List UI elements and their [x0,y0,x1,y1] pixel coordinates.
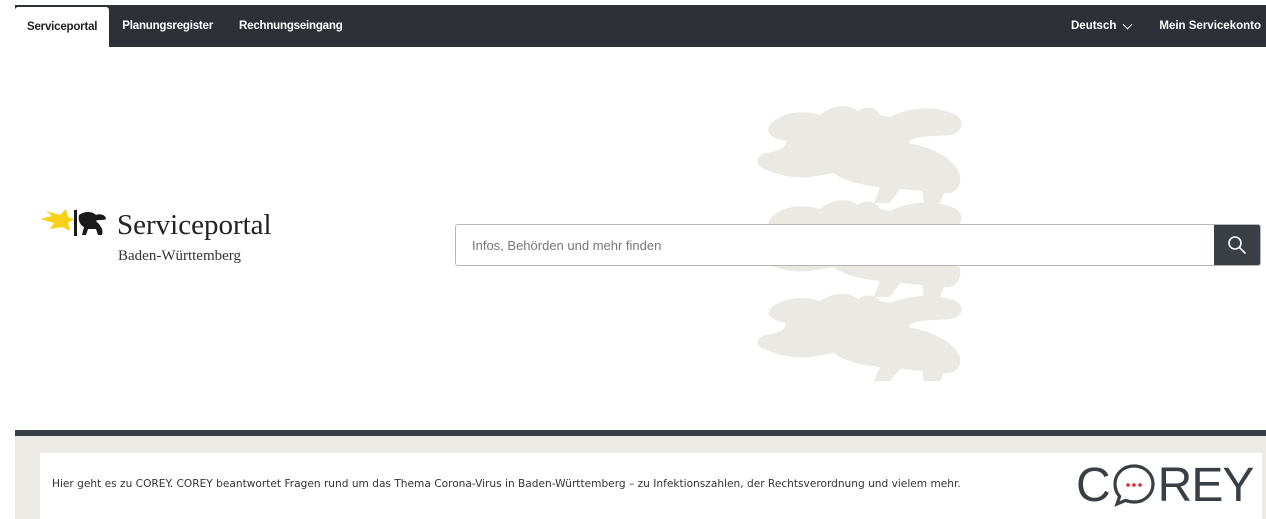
corey-description: Hier geht es zu COREY. COREY beantwortet… [52,478,961,490]
nav-tabs: Serviceportal Planungsregister Rechnungs… [15,5,356,47]
search-icon [1228,236,1246,254]
corey-teaser[interactable]: Hier geht es zu COREY. COREY beantwortet… [40,453,1262,519]
logo-subtitle: Baden-Württemberg [118,248,242,264]
corey-logo: C REY [1076,457,1255,513]
search-form [455,224,1261,266]
chevron-down-icon [1122,19,1133,29]
language-selector[interactable]: Deutsch [1071,19,1133,32]
corey-logo-left: C [1076,458,1111,512]
corey-logo-right: REY [1157,458,1255,512]
nav-right: Deutsch Mein Servicekonto [1071,5,1266,47]
servicekonto-link[interactable]: Mein Servicekonto [1159,20,1261,32]
chat-bubble-icon [1113,464,1155,507]
search-input[interactable] [456,225,1214,265]
logo-title: Serviceportal [117,209,272,241]
page: Serviceportal Planungsregister Rechnungs… [0,0,1266,519]
language-label: Deutsch [1071,20,1117,32]
site-logo[interactable]: Serviceportal Baden-Württemberg [40,205,300,275]
lion-emblem-icon [40,209,106,236]
tab-rechnungseingang[interactable]: Rechnungseingang [226,5,356,47]
top-navigation: Serviceportal Planungsregister Rechnungs… [15,5,1266,47]
tab-planungsregister[interactable]: Planungsregister [109,5,226,47]
tab-serviceportal[interactable]: Serviceportal [15,7,110,47]
search-button[interactable] [1214,225,1260,265]
